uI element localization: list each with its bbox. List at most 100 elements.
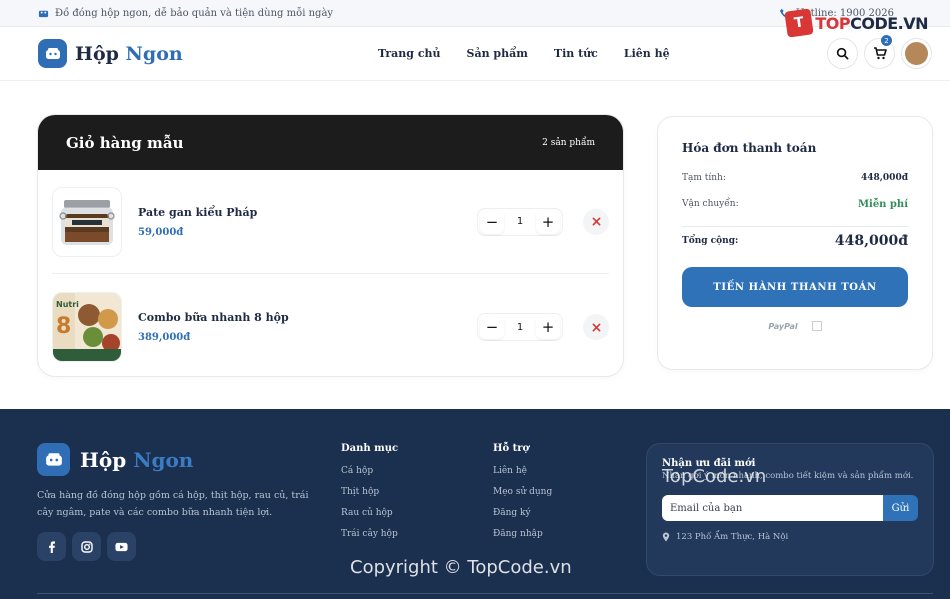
subtotal-value: 448,000đ [861, 173, 908, 183]
footer-support-column: Hỗ trợ Liên hệ Mẹo sử dụng Đăng ký Đăng … [493, 443, 552, 550]
instagram-icon [80, 540, 93, 553]
footer-description: Cửa hàng đồ đóng hộp gồm cá hộp, thịt hộ… [37, 490, 309, 518]
quantity-value[interactable]: 1 [517, 322, 523, 333]
newsletter-send-button[interactable]: Gửi [883, 495, 918, 521]
footer-brand[interactable]: Hộp Ngon [37, 443, 193, 476]
nav-home[interactable]: Trang chủ [378, 47, 441, 60]
invoice-shipping-row: Vận chuyển: Miễn phí [682, 199, 908, 210]
payment-image-placeholder [811, 321, 822, 331]
cart-card: Giỏ hàng mẫu 2 sản phẩm Pate gan kiểu Ph… [37, 114, 624, 377]
decrease-quantity-button[interactable]: − [480, 315, 504, 339]
quantity-value[interactable]: 1 [517, 216, 523, 227]
svg-text:8: 8 [56, 314, 71, 339]
paypal-logo: PayPal [768, 321, 798, 331]
cart-item: Nutri 8 Combo bữa nhanh 8 hộp 389,000đ −… [52, 275, 609, 376]
store-address-text: 123 Phố Ẩm Thực, Hà Nội [676, 532, 789, 542]
combo-box-image: Nutri 8 [53, 293, 121, 361]
brand-logo-link[interactable]: Hộp Ngon [38, 39, 183, 68]
invoice-divider [682, 226, 908, 227]
invoice-card: Hóa đơn thanh toán Tạm tính: 448,000đ Vậ… [657, 116, 933, 370]
footer-support-title: Hỗ trợ [493, 443, 530, 454]
footer-link-tips[interactable]: Mẹo sử dụng [493, 487, 552, 497]
footer-link-contact[interactable]: Liên hệ [493, 466, 552, 476]
close-icon [592, 323, 600, 331]
topbar-tagline: Đồ đóng hộp ngon, dễ bảo quản và tiện dù… [55, 7, 334, 19]
topcode-logo: T TOPCODE.VN [784, 8, 928, 38]
box-icon [38, 10, 49, 17]
cart-button[interactable]: 2 [864, 35, 895, 69]
cart-item-count: 2 sản phẩm [542, 137, 595, 148]
invoice-total-row: Tổng cộng: 448,000đ [682, 233, 908, 249]
payment-methods: PayPal [682, 321, 908, 331]
cart-item-name[interactable]: Pate gan kiểu Pháp [138, 206, 257, 219]
footer-category-title: Danh mục [341, 443, 399, 454]
remove-item-button[interactable] [583, 314, 609, 340]
decrease-quantity-button[interactable]: − [480, 209, 504, 234]
newsletter-email-input[interactable]: Email của bạn [662, 495, 883, 521]
search-button[interactable] [827, 38, 858, 69]
store-address: 123 Phố Ẩm Thực, Hà Nội [662, 532, 918, 542]
nav-contact[interactable]: Liên hệ [624, 47, 670, 60]
avatar-button[interactable] [901, 38, 932, 69]
total-label: Tổng cộng: [682, 236, 739, 246]
youtube-button[interactable] [107, 532, 136, 561]
invoice-title: Hóa đơn thanh toán [682, 141, 817, 155]
footer-link-login[interactable]: Đăng nhập [493, 529, 552, 539]
youtube-icon [115, 542, 128, 551]
quantity-stepper: − 1 + [477, 207, 563, 236]
footer-brand-name: Hộp Ngon [80, 447, 194, 472]
pate-jar-image [59, 199, 115, 245]
cart-item-info: Combo bữa nhanh 8 hộp 389,000đ [138, 311, 289, 343]
footer-link-canned-fish[interactable]: Cá hộp [341, 466, 398, 476]
facebook-icon [48, 540, 55, 553]
copyright-watermark: Copyright © TopCode.vn [350, 557, 572, 578]
instagram-button[interactable] [72, 532, 101, 561]
checkout-button[interactable]: TIẾN HÀNH THANH TOÁN [682, 267, 908, 307]
main-nav: Trang chủ Sản phẩm Tin tức Liên hệ [378, 47, 670, 60]
topcode-logo-mark: T [784, 8, 815, 38]
brand-name: Hộp Ngon [75, 42, 183, 65]
cart-count-badge: 2 [881, 35, 892, 46]
box-icon [45, 452, 62, 466]
svg-text:Nutri: Nutri [56, 300, 79, 309]
box-icon [45, 47, 60, 59]
topcode-logo-text: TOPCODE.VN [815, 13, 928, 33]
nav-products[interactable]: Sản phẩm [467, 47, 528, 60]
location-pin-icon [662, 532, 670, 542]
product-thumbnail-pate[interactable] [52, 186, 122, 257]
topcode-watermark: TopCode.vn [662, 466, 767, 487]
brand-logo-icon [38, 39, 67, 68]
quantity-stepper: − 1 + [477, 313, 563, 341]
shipping-label: Vận chuyển: [682, 199, 739, 209]
total-value: 448,000đ [834, 233, 908, 249]
product-thumbnail-combo[interactable]: Nutri 8 [52, 292, 122, 362]
footer-divider [37, 593, 933, 594]
cart-item-price: 59,000đ [138, 226, 184, 238]
cart-item-name[interactable]: Combo bữa nhanh 8 hộp [138, 311, 289, 324]
subtotal-label: Tạm tính: [682, 173, 726, 183]
search-icon [836, 47, 849, 60]
increase-quantity-button[interactable]: + [536, 315, 560, 339]
newsletter-form: Email của bạn Gửi [662, 495, 918, 521]
social-links [37, 532, 136, 561]
avatar [905, 42, 928, 65]
newsletter-box: Nhận ưu đãi mới Nhận gợi ý món nhanh, co… [646, 443, 934, 576]
remove-item-button[interactable] [583, 208, 609, 235]
topbar-tagline-group: Đồ đóng hộp ngon, dễ bảo quản và tiện dù… [38, 8, 333, 19]
cart-title: Giỏ hàng mẫu [66, 133, 184, 152]
facebook-button[interactable] [37, 532, 66, 561]
shipping-value: Miễn phí [857, 199, 908, 210]
invoice-subtotal-row: Tạm tính: 448,000đ [682, 173, 908, 183]
increase-quantity-button[interactable]: + [536, 209, 560, 234]
close-icon [592, 217, 600, 226]
footer-category-column: Danh mục Cá hộp Thịt hộp Rau củ hộp Trái… [341, 443, 398, 550]
footer-link-canned-meat[interactable]: Thịt hộp [341, 487, 398, 497]
footer-link-canned-vegetables[interactable]: Rau củ hộp [341, 508, 398, 518]
cart-item-price: 389,000đ [138, 332, 191, 343]
footer-link-canned-fruit[interactable]: Trái cây hộp [341, 529, 398, 539]
nav-news[interactable]: Tin tức [554, 47, 598, 60]
header-actions: 2 [827, 35, 932, 69]
footer-link-register[interactable]: Đăng ký [493, 508, 552, 518]
cart-icon [873, 47, 887, 60]
cart-header: Giỏ hàng mẫu 2 sản phẩm [38, 115, 623, 170]
